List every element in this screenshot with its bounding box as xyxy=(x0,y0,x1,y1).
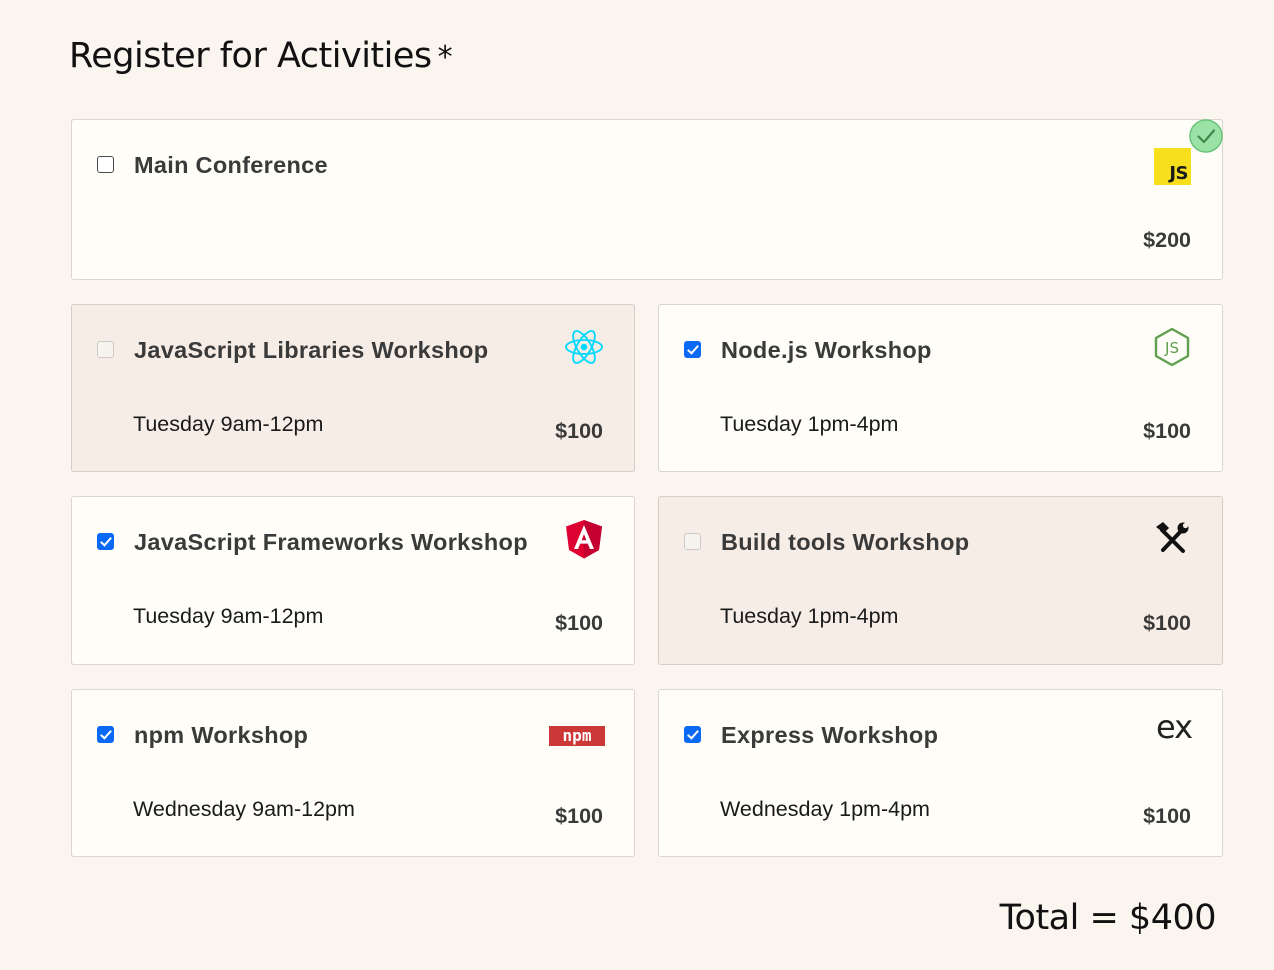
activity-time: Tuesday 9am-12pm xyxy=(133,412,324,436)
activity-price: $100 xyxy=(555,419,603,443)
activity-time: Wednesday 9am-12pm xyxy=(133,797,355,821)
checkbox-js-frameworks[interactable] xyxy=(97,533,114,550)
checkbox-build-tools xyxy=(684,533,701,550)
react-logo-icon xyxy=(565,330,603,364)
activity-time: Tuesday 1pm-4pm xyxy=(720,412,899,436)
activity-name: Build tools Workshop xyxy=(721,529,970,555)
svg-text:JS: JS xyxy=(1164,339,1179,357)
activity-name: Main Conference xyxy=(134,152,328,178)
activity-time: Tuesday 9am-12pm xyxy=(133,604,324,628)
checkbox-npm[interactable] xyxy=(97,726,114,743)
activity-price: $100 xyxy=(555,611,603,635)
checkbox-main-conference[interactable] xyxy=(97,156,114,173)
activity-name: npm Workshop xyxy=(134,722,309,748)
js-logo-text: JS xyxy=(1169,163,1188,184)
activity-card-js-libraries: JavaScript Libraries Workshop Tuesday 9a… xyxy=(71,304,635,472)
activity-price: $100 xyxy=(1143,804,1191,828)
angular-logo-icon xyxy=(566,520,602,559)
checkbox-nodejs[interactable] xyxy=(684,341,701,358)
activity-price: $100 xyxy=(1143,611,1191,635)
activity-time: Wednesday 1pm-4pm xyxy=(720,797,930,821)
page-title: Register for Activities * xyxy=(69,36,453,76)
npm-logo-text: npm xyxy=(563,726,592,745)
activity-price: $100 xyxy=(1143,419,1191,443)
activity-time: Tuesday 1pm-4pm xyxy=(720,604,899,628)
title-text: Register for Activities xyxy=(69,36,432,76)
nodejs-logo-icon: JS xyxy=(1154,327,1190,367)
activity-card-main-conference[interactable]: Main Conference JS $200 xyxy=(71,119,1223,280)
activity-price: $200 xyxy=(1143,228,1191,252)
activity-card-build-tools: Build tools Workshop Tuesday 1pm-4pm $10… xyxy=(658,496,1223,665)
activity-name: JavaScript Frameworks Workshop xyxy=(134,529,528,555)
activity-price: $100 xyxy=(555,804,603,828)
js-logo-icon: JS xyxy=(1154,148,1191,185)
required-asterisk: * xyxy=(437,40,453,75)
valid-check-icon xyxy=(1189,119,1223,153)
npm-logo-icon: npm xyxy=(549,726,605,746)
total-cost: Total = $400 xyxy=(999,898,1217,938)
activity-card-express[interactable]: Express Workshop ex Wednesday 1pm-4pm $1… xyxy=(658,689,1223,857)
activity-card-js-frameworks[interactable]: JavaScript Frameworks Workshop Tuesday 9… xyxy=(71,496,635,665)
activity-name: Node.js Workshop xyxy=(721,337,932,363)
activity-name: JavaScript Libraries Workshop xyxy=(134,337,489,363)
activity-card-nodejs[interactable]: Node.js Workshop JS Tuesday 1pm-4pm $100 xyxy=(658,304,1223,472)
hammer-wrench-icon xyxy=(1156,522,1189,553)
express-logo-icon: ex xyxy=(1155,708,1193,746)
activity-card-npm[interactable]: npm Workshop npm Wednesday 9am-12pm $100 xyxy=(71,689,635,857)
checkbox-js-libraries xyxy=(97,341,114,358)
checkbox-express[interactable] xyxy=(684,726,701,743)
activity-name: Express Workshop xyxy=(721,722,939,748)
